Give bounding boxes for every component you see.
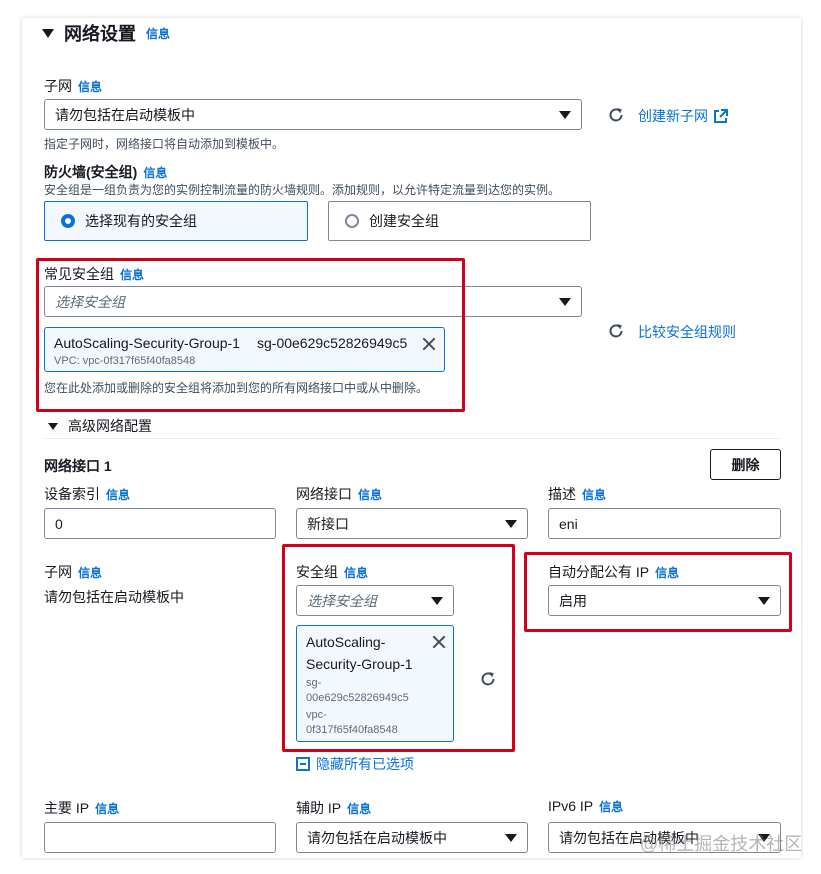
subnet-label-row: 子网 信息 bbox=[44, 76, 102, 96]
subnet-select[interactable]: 请勿包括在启动模板中 bbox=[44, 99, 582, 130]
radio-selected-icon bbox=[61, 214, 75, 228]
device-index-label-row: 设备索引 信息 bbox=[44, 484, 130, 504]
ipv6-ip-label-row: IPv6 IP 信息 bbox=[548, 798, 623, 816]
secondary-ip-label: 辅助 IP bbox=[296, 800, 342, 816]
external-link-icon bbox=[714, 108, 728, 123]
hide-selected-options-label: 隐藏所有已选项 bbox=[316, 756, 414, 772]
adv-subnet-label: 子网 bbox=[44, 564, 72, 580]
caret-down-icon bbox=[559, 297, 571, 306]
description-label-row: 描述 信息 bbox=[548, 484, 606, 504]
description-value: eni bbox=[559, 515, 578, 532]
create-sg-option[interactable]: 创建安全组 bbox=[328, 201, 591, 241]
watermark: @稀土掘金技术社区 bbox=[640, 834, 803, 854]
primary-ip-label: 主要 IP bbox=[44, 800, 90, 816]
device-index-info-link[interactable]: 信息 bbox=[106, 488, 130, 502]
divider bbox=[44, 438, 781, 439]
device-index-value: 0 bbox=[55, 515, 63, 532]
description-info-link[interactable]: 信息 bbox=[582, 488, 606, 502]
select-existing-sg-option[interactable]: 选择现有的安全组 bbox=[44, 201, 308, 241]
collapse-square-icon bbox=[296, 757, 310, 771]
create-subnet-link-label: 创建新子网 bbox=[638, 108, 708, 124]
network-interface-label: 网络接口 bbox=[296, 486, 352, 502]
network-interface-select[interactable]: 新接口 bbox=[296, 508, 528, 539]
ipv6-ip-info-link[interactable]: 信息 bbox=[599, 800, 623, 814]
advanced-network-title: 高级网络配置 bbox=[68, 418, 152, 434]
firewall-label-row: 防火墙(安全组) 信息 bbox=[44, 162, 167, 182]
subnet-info-link[interactable]: 信息 bbox=[78, 80, 102, 94]
network-settings-header[interactable]: 网络设置 信息 bbox=[42, 20, 170, 46]
hide-selected-options-link[interactable]: 隐藏所有已选项 bbox=[296, 754, 414, 774]
refresh-icon[interactable] bbox=[607, 322, 625, 340]
compare-sg-rules-link[interactable]: 比较安全组规则 bbox=[638, 322, 736, 342]
info-link[interactable]: 信息 bbox=[146, 25, 170, 42]
caret-down-icon bbox=[559, 110, 571, 119]
secondary-ip-value: 请勿包括在启动模板中 bbox=[307, 829, 447, 846]
create-sg-label: 创建安全组 bbox=[369, 213, 439, 229]
device-index-label: 设备索引 bbox=[44, 486, 100, 502]
advanced-network-header[interactable]: 高级网络配置 bbox=[48, 416, 152, 436]
radio-unselected-icon bbox=[345, 214, 359, 228]
highlight-box bbox=[36, 258, 465, 412]
highlight-box bbox=[282, 544, 515, 752]
adv-subnet-info-link[interactable]: 信息 bbox=[78, 566, 102, 580]
adv-subnet-value: 请勿包括在启动模板中 bbox=[44, 589, 184, 605]
primary-ip-input[interactable] bbox=[44, 822, 276, 853]
collapse-caret-icon bbox=[42, 28, 54, 38]
firewall-description: 安全组是一组负责为您的实例控制流量的防火墙规则。添加规则，以允许特定流量到达您的… bbox=[44, 183, 561, 197]
device-index-input[interactable]: 0 bbox=[44, 508, 276, 539]
network-interface-label-row: 网络接口 信息 bbox=[296, 484, 382, 504]
firewall-label: 防火墙(安全组) bbox=[44, 164, 138, 180]
delete-button[interactable]: 删除 bbox=[710, 449, 781, 480]
interface-title: 网络接口 1 bbox=[44, 458, 112, 474]
ipv6-ip-label: IPv6 IP bbox=[548, 798, 594, 814]
highlight-box bbox=[524, 552, 792, 632]
network-settings-panel: 网络设置 信息 子网 信息 请勿包括在启动模板中 指定子网时，网络接口将自动添加到… bbox=[22, 18, 801, 858]
subnet-select-value: 请勿包括在启动模板中 bbox=[55, 106, 195, 123]
select-existing-sg-label: 选择现有的安全组 bbox=[85, 213, 197, 229]
secondary-ip-select[interactable]: 请勿包括在启动模板中 bbox=[296, 822, 528, 853]
refresh-icon[interactable] bbox=[607, 106, 625, 124]
adv-subnet-label-row: 子网 信息 bbox=[44, 562, 102, 582]
subnet-hint: 指定子网时，网络接口将自动添加到模板中。 bbox=[44, 137, 285, 151]
secondary-ip-info-link[interactable]: 信息 bbox=[347, 802, 371, 816]
firewall-info-link[interactable]: 信息 bbox=[143, 166, 167, 180]
network-interface-info-link[interactable]: 信息 bbox=[358, 488, 382, 502]
caret-down-icon bbox=[505, 833, 517, 842]
subnet-label: 子网 bbox=[44, 78, 72, 94]
primary-ip-label-row: 主要 IP 信息 bbox=[44, 798, 119, 818]
create-subnet-link[interactable]: 创建新子网 bbox=[638, 106, 728, 126]
description-label: 描述 bbox=[548, 486, 576, 502]
primary-ip-info-link[interactable]: 信息 bbox=[95, 802, 119, 816]
collapse-caret-icon bbox=[48, 422, 58, 430]
secondary-ip-label-row: 辅助 IP 信息 bbox=[296, 798, 371, 818]
network-interface-value: 新接口 bbox=[307, 515, 349, 532]
description-input[interactable]: eni bbox=[548, 508, 781, 539]
caret-down-icon bbox=[505, 519, 517, 528]
section-title: 网络设置 bbox=[64, 24, 136, 44]
